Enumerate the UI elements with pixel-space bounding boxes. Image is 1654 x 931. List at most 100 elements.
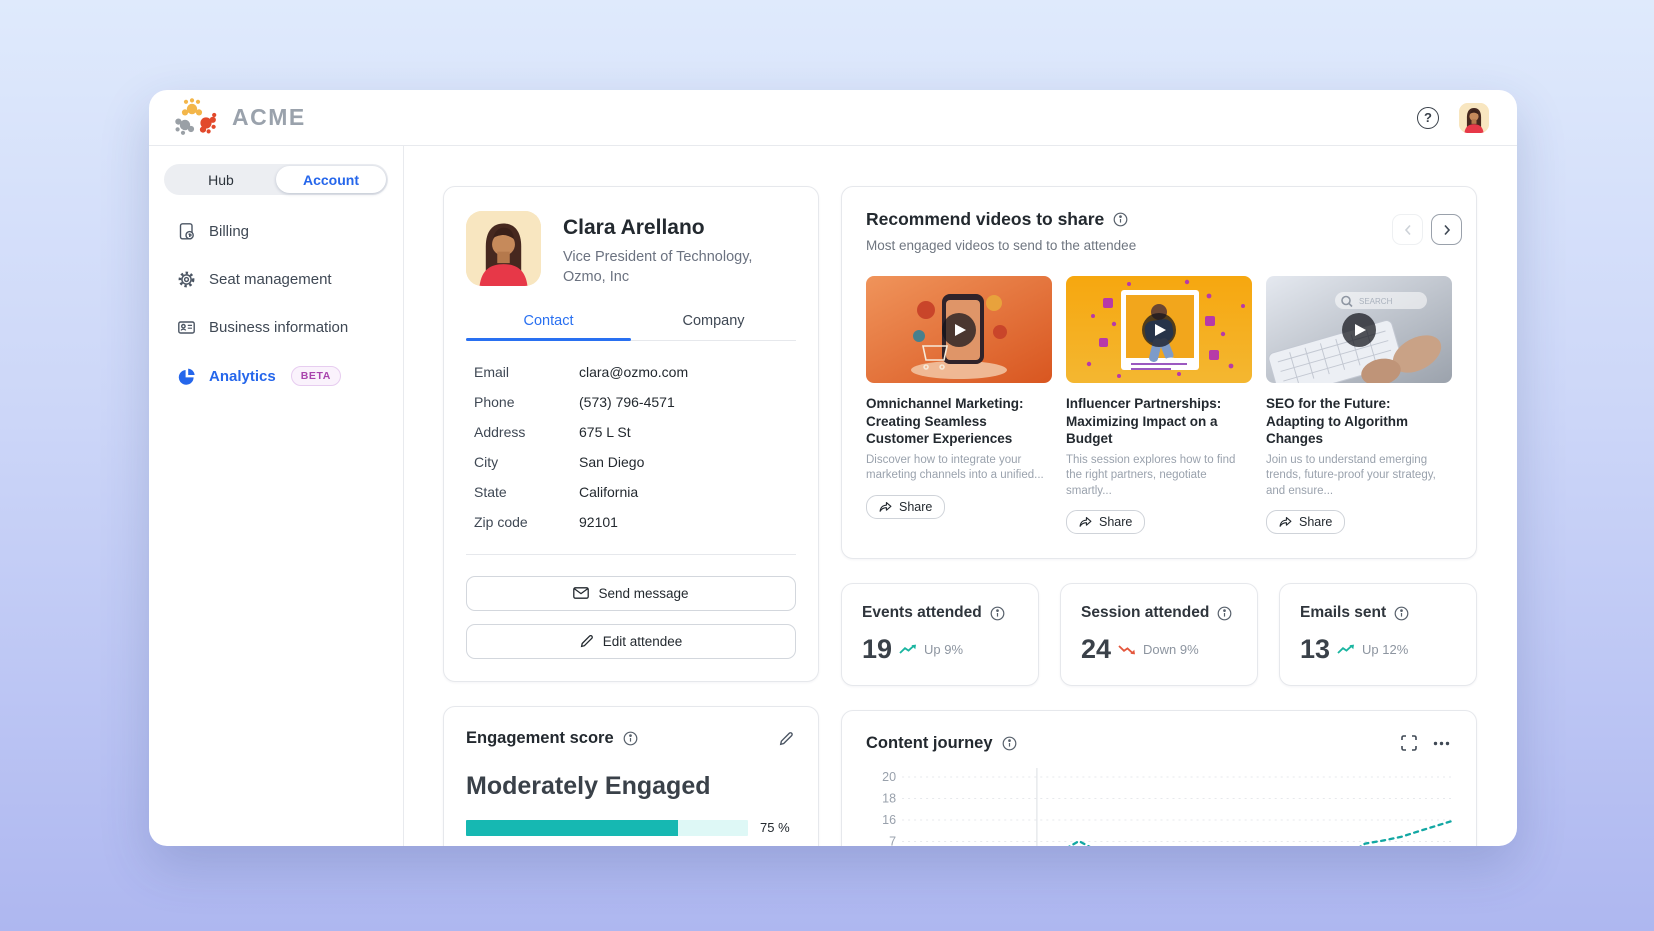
info-icon[interactable] [990,606,1005,621]
stat-card-session-attended: Session attended 24 [1060,583,1258,686]
video-thumbnail-ecommerce[interactable] [866,276,1052,383]
svg-text:18: 18 [882,792,896,806]
content-journey-title: Content journey [866,734,993,753]
engagement-status: Moderately Engaged [466,772,796,801]
sidebar: Hub Account Billing [149,146,404,846]
play-icon[interactable] [1142,313,1176,347]
acme-logo-icon [175,98,219,138]
play-icon[interactable] [1342,313,1376,347]
share-icon [1279,516,1292,528]
video-thumbnail-influencer[interactable] [1066,276,1252,383]
video-thumbnail-seo[interactable]: SEARCH [1266,276,1452,383]
contact-card: Clara Arellano Vice President of Technol… [443,186,819,682]
app-header: ACME ? [149,90,1517,146]
app-window: ACME ? Hub Account [149,90,1517,846]
sidebar-item-seat-management[interactable]: Seat management [176,270,388,289]
fullscreen-icon [1401,735,1417,751]
play-icon[interactable] [942,313,976,347]
share-button[interactable]: Share [866,495,945,519]
id-card-icon [176,318,196,337]
svg-text:7: 7 [889,835,896,846]
recommended-videos-card: Recommend videos to share Most engaged v… [841,186,1477,559]
gear-icon [176,270,196,289]
videos-title: Recommend videos to share [866,209,1104,230]
svg-text:20: 20 [882,770,896,784]
field-phone: Phone (573) 796-4571 [474,394,788,411]
trend-up-icon [899,644,917,655]
attendee-title: Vice President of Technology, Ozmo, Inc [563,247,758,288]
pencil-icon [580,634,594,648]
brand-name: ACME [232,104,306,131]
sidebar-nav: Billing Seat management [164,222,388,386]
field-address: Address 675 L St [474,424,788,441]
engagement-bar-track [466,820,748,836]
tab-contact[interactable]: Contact [466,313,631,340]
ellipsis-icon [1433,741,1450,746]
attendee-name: Clara Arellano [563,216,758,240]
svg-text:SEARCH: SEARCH [1359,297,1393,306]
field-state: State California [474,484,788,501]
edit-attendee-button[interactable]: Edit attendee [466,624,796,659]
sidebar-item-billing[interactable]: Billing [176,222,388,241]
more-options-button[interactable] [1431,739,1452,748]
chevron-right-icon [1442,224,1452,236]
sidebar-item-label: Billing [209,223,249,240]
share-button[interactable]: Share [1266,510,1345,534]
pencil-icon [779,731,794,746]
content-journey-chart[interactable]: 201816765 [866,765,1452,846]
beta-badge: BETA [291,366,341,386]
engagement-title: Engagement score [466,729,614,748]
videos-subtitle: Most engaged videos to send to the atten… [866,238,1452,253]
trend-down-icon [1118,644,1136,655]
help-icon[interactable]: ? [1417,107,1439,129]
main-content: Clara Arellano Vice President of Technol… [404,146,1517,846]
engagement-bar-label: 75 % [760,820,796,835]
info-icon[interactable] [1394,606,1409,621]
pie-chart-icon [176,367,196,386]
carousel-next-button[interactable] [1431,214,1462,245]
brand: ACME [175,98,306,138]
content-journey-card: Content journey [841,710,1477,846]
stat-card-emails-sent: Emails sent 13 [1279,583,1477,686]
sidebar-item-business-information[interactable]: Business information [176,318,388,337]
contact-fields: Email clara@ozmo.com Phone (573) 796-457… [466,364,796,531]
carousel-prev-button[interactable] [1392,214,1423,245]
user-avatar[interactable] [1459,103,1489,133]
field-city: City San Diego [474,454,788,471]
divider [466,554,796,555]
info-icon[interactable] [1113,212,1128,227]
engagement-bar-row: 75 % [466,820,796,836]
info-icon[interactable] [623,731,638,746]
envelope-icon [573,587,589,599]
profile-tabs: Contact Company [466,313,796,341]
sidebar-item-label: Analytics [209,368,276,385]
invoice-icon [176,222,196,241]
trend-up-icon [1337,644,1355,655]
sidebar-item-label: Seat management [209,271,332,288]
video-card-3: SEARCH SEO for the Future: Adapting to A… [1266,276,1452,534]
edit-engagement-button[interactable] [777,729,796,748]
share-icon [879,501,892,513]
tab-company[interactable]: Company [631,313,796,340]
info-icon[interactable] [1217,606,1232,621]
sidebar-item-analytics[interactable]: Analytics BETA [176,366,388,386]
svg-text:16: 16 [882,813,896,827]
engagement-score-card: Engagement score Moderately Engaged [443,706,819,846]
share-icon [1079,516,1092,528]
toggle-hub[interactable]: Hub [166,166,276,193]
stat-card-events-attended: Events attended 19 [841,583,1039,686]
sidebar-item-label: Business information [209,319,348,336]
video-card-1: Omnichannel Marketing: Creating Seamless… [866,276,1052,534]
chevron-left-icon [1403,224,1413,236]
send-message-button[interactable]: Send message [466,576,796,611]
stats-row: Events attended 19 [841,583,1477,686]
field-zip: Zip code 92101 [474,514,788,531]
video-card-2: Influencer Partnerships: Maximizing Impa… [1066,276,1252,534]
hub-account-toggle: Hub Account [164,164,388,195]
info-icon[interactable] [1002,736,1017,751]
field-email: Email clara@ozmo.com [474,364,788,381]
expand-button[interactable] [1399,733,1419,753]
toggle-account[interactable]: Account [276,166,386,193]
appbar-right: ? [1417,103,1489,133]
share-button[interactable]: Share [1066,510,1145,534]
